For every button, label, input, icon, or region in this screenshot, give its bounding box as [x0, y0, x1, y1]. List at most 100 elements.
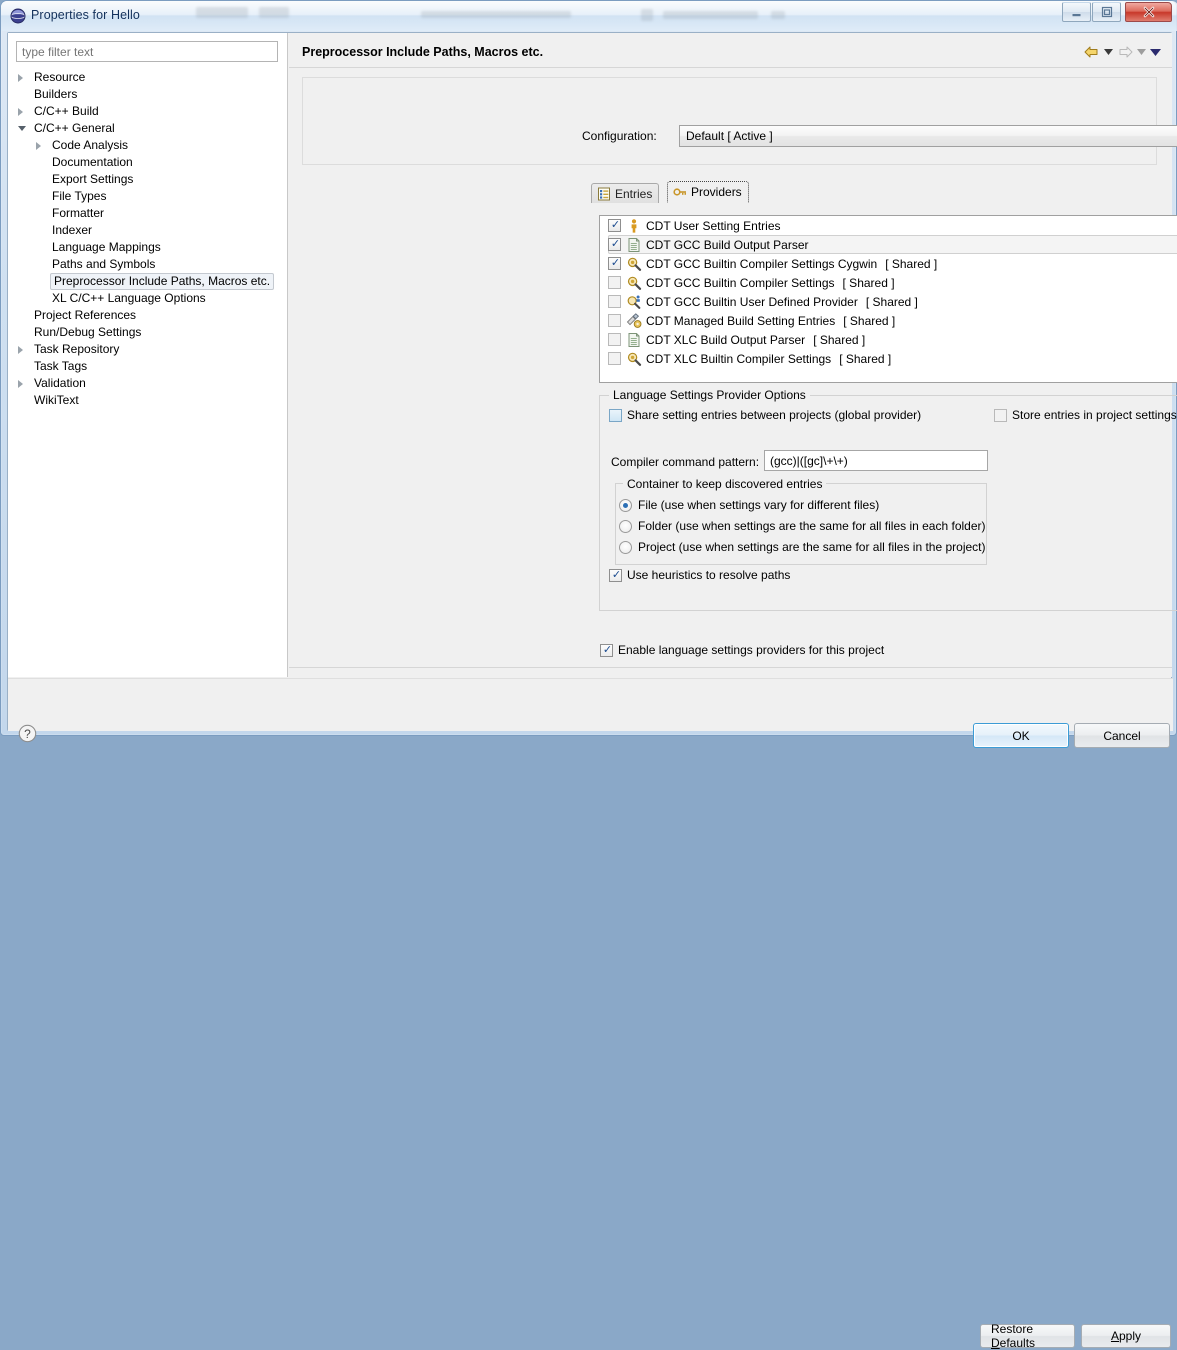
- store-entries-checkbox[interactable]: Store entries in project settings folder…: [994, 408, 1177, 422]
- close-button[interactable]: [1125, 2, 1172, 22]
- sidebar-item-c-c-general[interactable]: C/C++ General: [8, 120, 287, 137]
- chevron-right-icon[interactable]: [36, 142, 41, 150]
- enable-providers-checkbox[interactable]: ✓ Enable language settings providers for…: [600, 643, 884, 657]
- sidebar-item-indexer[interactable]: Indexer: [8, 222, 287, 239]
- provider-label: CDT GCC Builtin User Defined Provider: [646, 294, 858, 309]
- provider-checkbox[interactable]: [608, 276, 621, 289]
- providers-key-icon: [673, 188, 686, 196]
- back-dropdown-icon[interactable]: [1102, 44, 1115, 60]
- settings-tree[interactable]: Resource Builders C/C++ Build C/C++ General…: [8, 69, 287, 674]
- provider-checkbox[interactable]: ✓: [608, 238, 621, 251]
- configuration-combo[interactable]: Default [ Active ]: [679, 125, 1177, 147]
- view-menu-icon[interactable]: [1149, 44, 1162, 60]
- checkbox-box: [609, 408, 622, 422]
- maximize-button[interactable]: [1092, 2, 1121, 22]
- radio-button: [619, 498, 632, 512]
- sidebar-item-run-debug-settings[interactable]: Run/Debug Settings: [8, 324, 287, 341]
- sidebar-item-label: Code Analysis: [52, 138, 129, 152]
- apply-button[interactable]: Apply: [1081, 1324, 1171, 1348]
- sidebar-item-validation[interactable]: Validation: [8, 375, 287, 392]
- provider-label: CDT GCC Build Output Parser: [646, 237, 809, 252]
- sidebar-item-formatter[interactable]: Formatter: [8, 205, 287, 222]
- compiler-command-pattern-input[interactable]: [764, 450, 988, 471]
- provider-checkbox[interactable]: [608, 333, 621, 346]
- back-arrow-icon[interactable]: [1083, 44, 1101, 60]
- configuration-group: [302, 77, 1157, 165]
- chevron-right-icon[interactable]: [18, 380, 23, 388]
- providers-list[interactable]: ✓ CDT User Setting Entries ✓ CDT GCC Build …: [599, 215, 1177, 383]
- managed-build-icon: [626, 312, 642, 328]
- sidebar-item-label: Task Tags: [34, 359, 88, 373]
- help-icon[interactable]: ?: [18, 724, 37, 743]
- tab-providers[interactable]: Providers: [667, 181, 749, 203]
- provider-row[interactable]: ✓ CDT User Setting Entries: [600, 216, 1177, 235]
- provider-label: CDT Managed Build Setting Entries: [646, 313, 836, 328]
- minimize-button[interactable]: [1062, 2, 1091, 22]
- background-window-ghost: [421, 11, 571, 18]
- sidebar-item-label: Task Repository: [34, 342, 120, 356]
- provider-row[interactable]: CDT XLC Builtin Compiler Settings [ Share…: [600, 349, 1177, 368]
- sidebar-item-code-analysis[interactable]: Code Analysis: [8, 137, 287, 154]
- sidebar-item-task-repository[interactable]: Task Repository: [8, 341, 287, 358]
- user-setting-icon: [631, 218, 637, 233]
- sidebar-item-project-references[interactable]: Project References: [8, 307, 287, 324]
- provider-checkbox[interactable]: ✓: [608, 257, 621, 270]
- provider-row[interactable]: CDT Managed Build Setting Entries [ Share…: [600, 311, 1177, 330]
- sidebar-item-label: Export Settings: [52, 172, 134, 186]
- use-heuristics-checkbox[interactable]: ✓ Use heuristics to resolve paths: [609, 568, 790, 582]
- provider-checkbox[interactable]: [608, 295, 621, 308]
- options-group-legend: Language Settings Provider Options: [609, 388, 810, 402]
- settings-tree-pane: Resource Builders C/C++ Build C/C++ General…: [8, 33, 288, 677]
- restore-defaults-button[interactable]: Restore Defaults: [980, 1322, 1075, 1350]
- radio-button: [619, 540, 632, 554]
- provider-row[interactable]: CDT XLC Build Output Parser [ Shared ]: [600, 330, 1177, 349]
- sidebar-item-label: Run/Debug Settings: [34, 325, 142, 339]
- configuration-label: Configuration:: [582, 129, 657, 143]
- sidebar-item-label: Indexer: [52, 223, 93, 237]
- sidebar-item-paths-and-symbols[interactable]: Paths and Symbols: [8, 256, 287, 273]
- sidebar-item-task-tags[interactable]: Task Tags: [8, 358, 287, 375]
- provider-checkbox[interactable]: [608, 352, 621, 365]
- tab-entries[interactable]: Entries: [591, 183, 660, 203]
- maximize-icon: [1093, 3, 1120, 21]
- sidebar-item-label: Paths and Symbols: [52, 257, 156, 271]
- chevron-down-icon[interactable]: [18, 126, 26, 131]
- provider-checkbox[interactable]: ✓: [608, 219, 621, 232]
- provider-row[interactable]: CDT GCC Builtin Compiler Settings [ Share…: [600, 273, 1177, 292]
- sidebar-item-c-c-build[interactable]: C/C++ Build: [8, 103, 287, 120]
- filter-input[interactable]: [16, 41, 278, 62]
- dialog-client-area: Resource Builders C/C++ Build C/C++ General…: [7, 32, 1177, 1350]
- provider-row[interactable]: CDT GCC Builtin User Defined Provider [ S…: [600, 292, 1177, 311]
- provider-shared-badge: [ Shared ]: [813, 332, 866, 347]
- sidebar-item-label: Documentation: [52, 155, 133, 169]
- provider-row[interactable]: ✓ CDT GCC Builtin Compiler Settings Cygwi…: [600, 254, 1177, 273]
- close-icon: [1126, 3, 1171, 21]
- container-radio-project[interactable]: Project (use when settings are the same …: [619, 540, 986, 554]
- container-radio-folder[interactable]: Folder (use when settings are the same f…: [619, 519, 986, 533]
- entries-list-icon: [598, 187, 610, 200]
- bottom-separator: [289, 667, 1172, 668]
- sidebar-item-file-types[interactable]: File Types: [8, 188, 287, 205]
- chevron-right-icon[interactable]: [18, 74, 23, 82]
- check-mark-icon: ✓: [602, 643, 613, 656]
- share-setting-entries-checkbox[interactable]: Share setting entries between projects (…: [609, 408, 921, 422]
- provider-row[interactable]: ✓ CDT GCC Build Output Parser: [600, 235, 1177, 254]
- sidebar-item-language-mappings[interactable]: Language Mappings: [8, 239, 287, 256]
- container-radio-file[interactable]: File (use when settings vary for differe…: [619, 498, 879, 512]
- properties-dialog-window: Properties for Hello type filter text Re…: [0, 0, 1177, 1350]
- sidebar-item-documentation[interactable]: Documentation: [8, 154, 287, 171]
- provider-checkbox[interactable]: [608, 314, 621, 327]
- chevron-right-icon[interactable]: [18, 346, 23, 354]
- magnifier-icon: [627, 352, 642, 366]
- sidebar-item-preprocessor-include-paths-macros-etc[interactable]: Preprocessor Include Paths, Macros etc.: [8, 273, 287, 290]
- background-window-ghost: [196, 7, 248, 18]
- sidebar-item-xl-c-c-language-options[interactable]: XL C/C++ Language Options: [8, 290, 287, 307]
- sidebar-item-resource[interactable]: Resource: [8, 69, 287, 86]
- sidebar-item-builders[interactable]: Builders: [8, 86, 287, 103]
- title-bar: Properties for Hello: [1, 1, 1177, 31]
- sidebar-item-label: Builders: [34, 87, 78, 101]
- checkbox-box: ✓: [600, 643, 613, 657]
- chevron-right-icon[interactable]: [18, 108, 23, 116]
- sidebar-item-wikitext[interactable]: WikiText: [8, 392, 287, 409]
- sidebar-item-export-settings[interactable]: Export Settings: [8, 171, 287, 188]
